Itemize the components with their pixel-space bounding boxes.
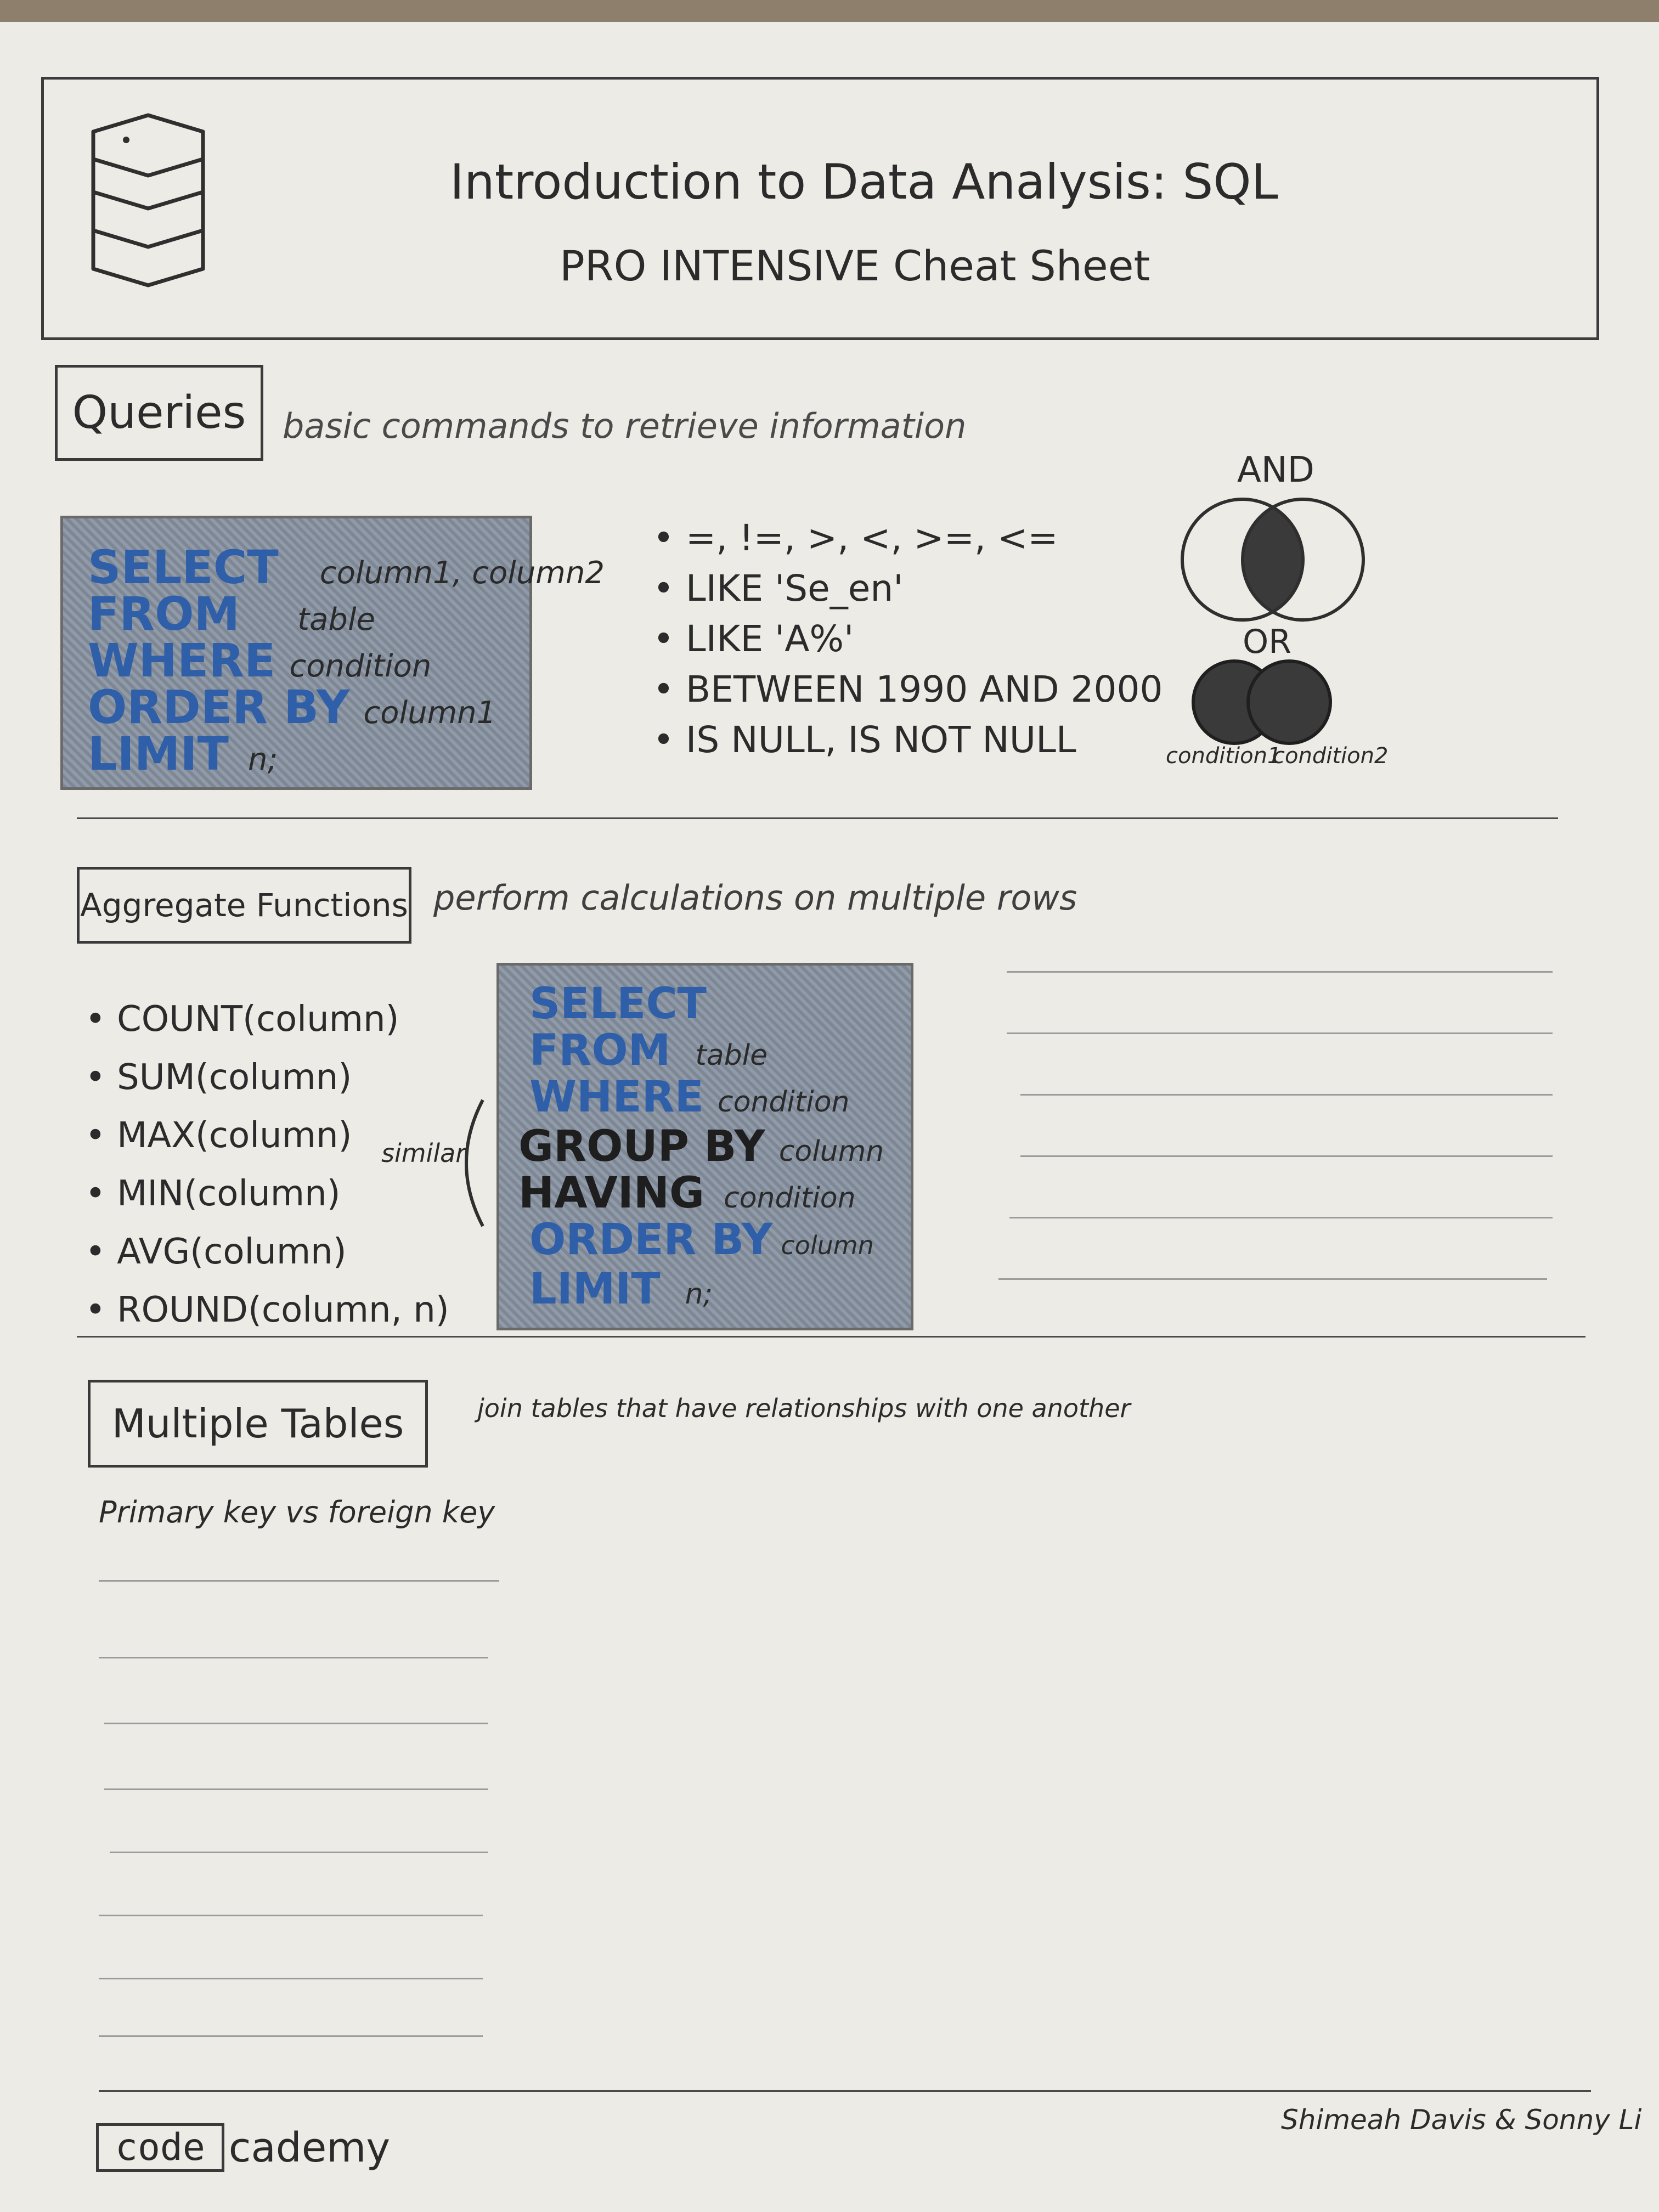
logo-code-box: code [96, 2123, 224, 2172]
blank-line [99, 1580, 499, 1582]
page-title: Introduction to Data Analysis: SQL [450, 154, 1278, 210]
blank-line [1020, 1094, 1553, 1096]
blank-line [104, 1788, 488, 1790]
blank-line [104, 1723, 488, 1724]
multiple-tables-label: Multiple Tables [111, 1401, 404, 1447]
blank-line [1020, 1155, 1553, 1157]
blank-line [110, 1852, 488, 1853]
database-icon [91, 113, 205, 287]
section-divider [77, 817, 1558, 819]
venn-condition2-label: condition2 [1273, 743, 1389, 769]
query-line-select: SELECT column1, column2 [88, 540, 605, 594]
blank-line [99, 1978, 483, 1979]
agg-line-from: FROM table [529, 1026, 768, 1075]
agg-line-order-by: ORDER BY column [529, 1215, 874, 1265]
aggregate-code-block: SELECT FROM table WHERE condition GROUP … [496, 963, 913, 1330]
venn-or-diagram-icon [1192, 659, 1332, 745]
venn-condition1-label: condition1 [1166, 743, 1282, 769]
page-subtitle: PRO INTENSIVE Cheat Sheet [560, 241, 1150, 290]
agg-line-limit: LIMIT n; [529, 1265, 713, 1314]
query-line-order-by: ORDER BY column1 [88, 680, 496, 734]
operator-item: • =, !=, >, <, >=, <= [653, 517, 1058, 559]
blank-line [1007, 1032, 1553, 1034]
queries-code-block: SELECT column1, column2 FROM table WHERE… [60, 516, 605, 790]
venn-and-label: AND [1237, 450, 1314, 490]
agg-line-where: WHERE condition [529, 1073, 850, 1122]
blank-line [99, 1657, 488, 1658]
aggregate-label: Aggregate Functions [80, 887, 408, 924]
aggregate-description: perform calculations on multiple rows [433, 878, 1077, 918]
agg-line-select: SELECT [529, 979, 707, 1029]
agg-line-group-by: GROUP BY column [518, 1122, 884, 1171]
cheat-sheet-paper: Introduction to Data Analysis: SQL PRO I… [0, 22, 1659, 2212]
bracket-icon [465, 1099, 484, 1227]
section-divider [99, 2090, 1591, 2092]
blank-line [99, 2035, 483, 2037]
operator-item: • BETWEEN 1990 AND 2000 [653, 668, 1163, 710]
venn-or-label: OR [1243, 623, 1291, 661]
function-item: • SUM(column) [85, 1057, 352, 1098]
function-item: • AVG(column) [85, 1232, 347, 1272]
codecademy-logo: code cademy [96, 2123, 390, 2172]
queries-description: basic commands to retrieve information [283, 406, 967, 446]
logo-cademy-text: cademy [228, 2124, 391, 2171]
query-line-where: WHERE condition [88, 634, 432, 687]
aggregate-label-box: Aggregate Functions [77, 867, 411, 944]
venn-and-diagram-icon [1181, 498, 1365, 622]
function-item: • ROUND(column, n) [85, 1290, 449, 1330]
operator-item: • LIKE 'A%' [653, 618, 854, 660]
section-divider [77, 1336, 1585, 1338]
blank-line [1007, 971, 1553, 973]
function-item: • MIN(column) [85, 1173, 341, 1214]
blank-line [1009, 1217, 1553, 1218]
key-note: Primary key vs foreign key [99, 1495, 495, 1530]
authors: Shimeah Davis & Sonny Li [1281, 2104, 1642, 2136]
query-line-from: FROM table [88, 587, 375, 641]
queries-label-box: Queries [55, 365, 263, 461]
operators-list: • =, !=, >, <, >=, <= • LIKE 'Se_en' • L… [653, 513, 1163, 765]
query-line-limit: LIMIT n; [88, 727, 278, 781]
operator-item: • LIKE 'Se_en' [653, 567, 904, 610]
blank-line [99, 1915, 483, 1916]
queries-label: Queries [72, 387, 246, 439]
function-item: • COUNT(column) [85, 999, 399, 1040]
operator-item: • IS NULL, IS NOT NULL [653, 719, 1076, 761]
multiple-tables-description: join tables that have relationships with… [477, 1393, 1131, 1423]
agg-line-having: HAVING condition [518, 1169, 856, 1218]
multiple-tables-label-box: Multiple Tables [88, 1380, 428, 1468]
blank-line [998, 1278, 1547, 1280]
